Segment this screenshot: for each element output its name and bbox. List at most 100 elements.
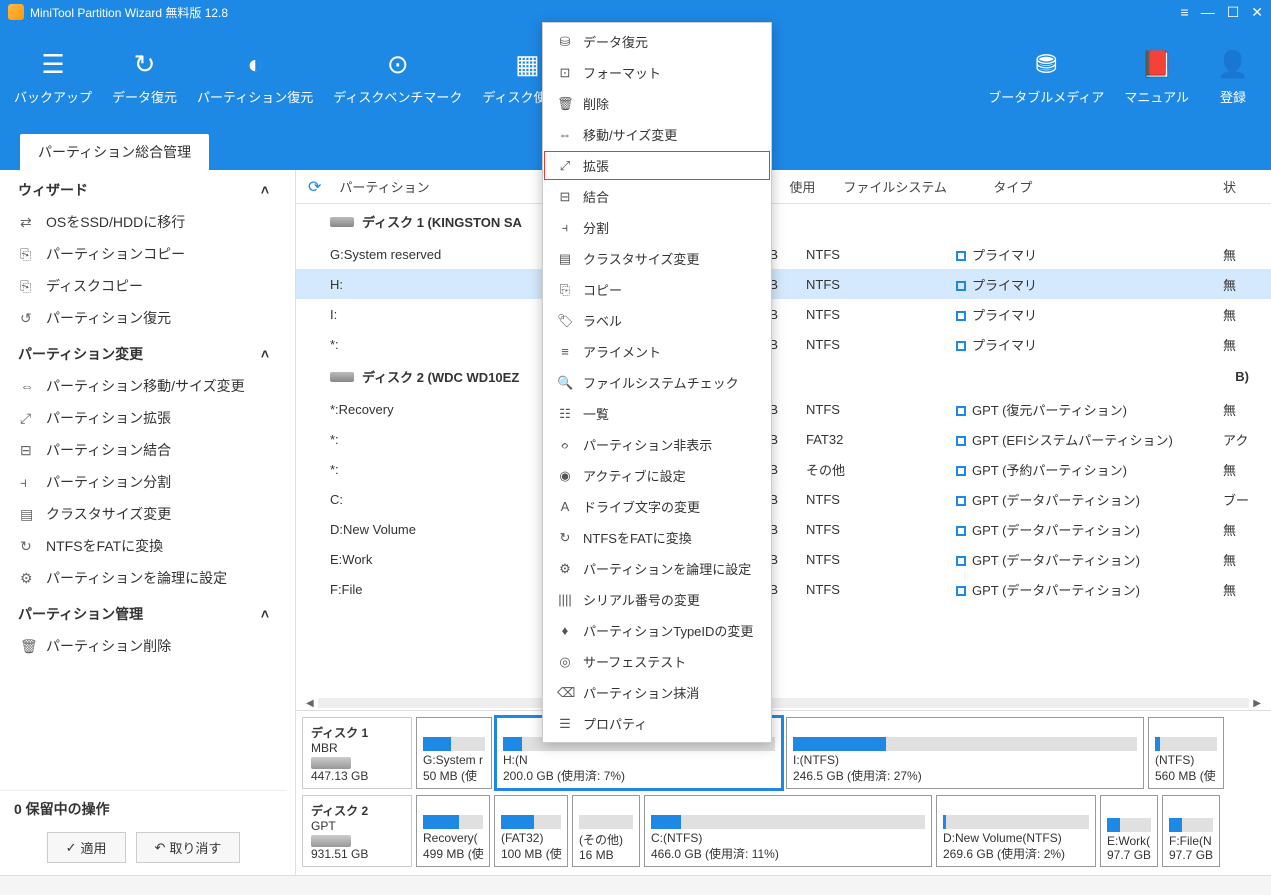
sidebar-item[interactable]: ⊟ パーティション結合 — [0, 434, 287, 466]
sidebar-item-label: パーティション拡張 — [46, 408, 171, 428]
tool-data-recovery[interactable]: ↻ データ復元 — [102, 41, 187, 114]
context-menu-item[interactable]: ⊟ 結合 — [543, 181, 771, 212]
disk-header[interactable]: ディスク 2 (WDC WD10EZB) — [296, 359, 1271, 394]
partition-row[interactable]: *: 37.97 MB NTFS プライマリ 無 — [296, 329, 1271, 359]
tool-disk-benchmark[interactable]: ⊙ ディスクベンチマーク — [323, 41, 472, 114]
context-menu-item[interactable]: ⤢ 拡張 — [543, 150, 771, 181]
sidebar-item[interactable]: ⎘ ディスクコピー — [0, 270, 287, 302]
sidebar-item-icon: ⤢ — [20, 410, 36, 427]
context-menu-item[interactable]: ⛁ データ復元 — [543, 26, 771, 57]
sidebar-item[interactable]: ↻ NTFSをFATに変換 — [0, 530, 287, 562]
col-status[interactable]: 状 — [1223, 177, 1271, 196]
sidebar-section-manage[interactable]: パーティション管理˄ — [0, 594, 287, 630]
diskmap-label[interactable]: ディスク 2GPT 931.51 GB — [302, 795, 412, 867]
diskmap-part-title: E:Work( — [1107, 834, 1151, 848]
scroll-right-icon[interactable]: ▶ — [1249, 698, 1265, 709]
partition-row[interactable]: H: 84.26 GB NTFS プライマリ 無 — [296, 269, 1271, 299]
partition-fs: NTFS — [796, 307, 946, 322]
disk-title: ディスク 2 (WDC WD10EZ — [362, 367, 519, 386]
tool-bootable-media[interactable]: ⛃ ブータブルメディア — [978, 41, 1114, 114]
context-menu-item[interactable]: 🏷 ラベル — [543, 305, 771, 336]
refresh-icon[interactable]: ⟳ — [296, 177, 333, 197]
sidebar-item-icon: ⊟ — [20, 442, 36, 459]
hscrollbar[interactable]: ◀▶ — [296, 696, 1271, 710]
context-menu-item[interactable]: ≡ アライメント — [543, 336, 771, 367]
sidebar-item[interactable]: 🗑 パーティション削除 — [0, 630, 287, 662]
sidebar-item[interactable]: ⤢ パーティション拡張 — [0, 402, 287, 434]
context-menu-item[interactable]: A ドライブ文字の変更 — [543, 491, 771, 522]
context-menu-item[interactable]: ⎘ コピー — [543, 274, 771, 305]
diskmap-partition[interactable]: Recovery( 499 MB (使 — [416, 795, 490, 867]
diskmap-partition[interactable]: E:Work( 97.7 GB — [1100, 795, 1158, 867]
disk-header[interactable]: ディスク 1 (KINGSTON SA — [296, 204, 1271, 239]
tab-partition-management[interactable]: パーティション総合管理 — [20, 134, 209, 170]
sidebar-item[interactable]: ⫞ パーティション分割 — [0, 466, 287, 498]
context-menu-icon: ᨔ — [557, 437, 573, 453]
context-menu-item[interactable]: ▤ クラスタサイズ変更 — [543, 243, 771, 274]
tool-partition-recovery[interactable]: ◐ パーティション復元 — [187, 41, 323, 114]
partition-row[interactable]: I: 78.24 GB NTFS プライマリ 無 — [296, 299, 1271, 329]
sidebar-item[interactable]: ⇄ OSをSSD/HDDに移行 — [0, 206, 287, 238]
diskmap-partition[interactable]: I:(NTFS) 246.5 GB (使用済: 27%) — [786, 717, 1144, 789]
close-icon[interactable]: ✕ — [1251, 4, 1263, 21]
col-type[interactable]: タイプ — [983, 177, 1223, 196]
context-menu-item[interactable]: ⇔ 移動/サイズ変更 — [543, 119, 771, 150]
sidebar-section-wizard[interactable]: ウィザード˄ — [0, 170, 287, 206]
diskmap-partition[interactable]: C:(NTFS) 466.0 GB (使用済: 11%) — [644, 795, 932, 867]
partition-row[interactable]: C: 12.17 GB NTFS GPT (データパーティション) ブー — [296, 484, 1271, 514]
sidebar-item-label: パーティション結合 — [46, 440, 171, 460]
partition-row[interactable]: E:Work 96.31 GB NTFS GPT (データパーティション) 無 — [296, 544, 1271, 574]
diskmap-label[interactable]: ディスク 1MBR 447.13 GB — [302, 717, 412, 789]
menu-icon[interactable]: ≡ — [1181, 4, 1189, 21]
context-menu-item[interactable]: ◎ サーフェステスト — [543, 646, 771, 677]
sidebar-item[interactable]: ⎘ パーティションコピー — [0, 238, 287, 270]
context-menu-item[interactable]: ⊡ フォーマット — [543, 57, 771, 88]
context-menu-label: ラベル — [583, 311, 622, 330]
tool-manual[interactable]: 📕 マニュアル — [1114, 41, 1199, 114]
apply-button[interactable]: ✓適用 — [47, 832, 126, 863]
partition-row[interactable]: *: 0 B その他 GPT (予約パーティション) 無 — [296, 454, 1271, 484]
context-menu-item[interactable]: ☰ プロパティ — [543, 708, 771, 739]
sidebar-section-change[interactable]: パーティション変更˄ — [0, 334, 287, 370]
partition-row[interactable]: *:Recovery 58.18 MB NTFS GPT (復元パーティション)… — [296, 394, 1271, 424]
context-menu-item[interactable]: ⚙ パーティションを論理に設定 — [543, 553, 771, 584]
tool-backup[interactable]: ☰ バックアップ — [4, 41, 102, 114]
diskmap-partition[interactable]: D:New Volume(NTFS) 269.6 GB (使用済: 2%) — [936, 795, 1096, 867]
partition-row[interactable]: D:New Volume 62.58 GB NTFS GPT (データパーティシ… — [296, 514, 1271, 544]
partition-row[interactable]: F:File 29.90 GB NTFS GPT (データパーティション) 無 — [296, 574, 1271, 604]
context-menu-item[interactable]: ⌫ パーティション抹消 — [543, 677, 771, 708]
diskmap-partition[interactable]: (NTFS) 560 MB (使 — [1148, 717, 1224, 789]
diskmap-partition[interactable]: (その他) 16 MB — [572, 795, 640, 867]
partition-row[interactable]: *: 58.42 MB FAT32 GPT (EFIシステムパーティション) ア… — [296, 424, 1271, 454]
check-icon: ✓ — [66, 840, 77, 856]
diskmap-row: ディスク 2GPT 931.51 GB Recovery( 499 MB (使 … — [302, 795, 1265, 867]
tool-register[interactable]: 👤 登録 — [1199, 41, 1267, 114]
partition-type: プライマリ — [946, 245, 1223, 264]
diskmap-partition[interactable]: G:System r 50 MB (使 — [416, 717, 492, 789]
tool-label: バックアップ — [14, 87, 92, 106]
undo-button[interactable]: ↶取り消す — [136, 832, 241, 863]
diskmap-partition[interactable]: (FAT32) 100 MB (使 — [494, 795, 568, 867]
context-menu-item[interactable]: 🔍 ファイルシステムチェック — [543, 367, 771, 398]
diskmap-partition[interactable]: F:File(N 97.7 GB — [1162, 795, 1220, 867]
sidebar-item[interactable]: ↺ パーティション復元 — [0, 302, 287, 334]
context-menu-item[interactable]: 🗑 削除 — [543, 88, 771, 119]
context-menu-item[interactable]: ♦ パーティションTypeIDの変更 — [543, 615, 771, 646]
minimize-icon[interactable]: — — [1201, 4, 1215, 21]
context-menu-item[interactable]: ☷ 一覧 — [543, 398, 771, 429]
context-menu-item[interactable]: |||| シリアル番号の変更 — [543, 584, 771, 615]
context-menu-icon: 🔍 — [557, 375, 573, 391]
context-menu-item[interactable]: ◉ アクティブに設定 — [543, 460, 771, 491]
context-menu-item[interactable]: ⫞ 分割 — [543, 212, 771, 243]
maximize-icon[interactable]: ☐ — [1227, 4, 1240, 21]
sidebar-item[interactable]: ⚙ パーティションを論理に設定 — [0, 562, 287, 594]
sidebar-item[interactable]: ▤ クラスタサイズ変更 — [0, 498, 287, 530]
partition-status: 無 — [1223, 305, 1271, 324]
sidebar-item[interactable]: ⇔ パーティション移動/サイズ変更 — [0, 370, 287, 402]
hdd-icon — [311, 835, 351, 847]
context-menu-item[interactable]: ᨔ パーティション非表示 — [543, 429, 771, 460]
col-fs[interactable]: ファイルシステム — [833, 177, 983, 196]
context-menu-item[interactable]: ↻ NTFSをFATに変換 — [543, 522, 771, 553]
partition-row[interactable]: G:System reserved 23.64 MB NTFS プライマリ 無 — [296, 239, 1271, 269]
scroll-left-icon[interactable]: ◀ — [302, 698, 318, 709]
